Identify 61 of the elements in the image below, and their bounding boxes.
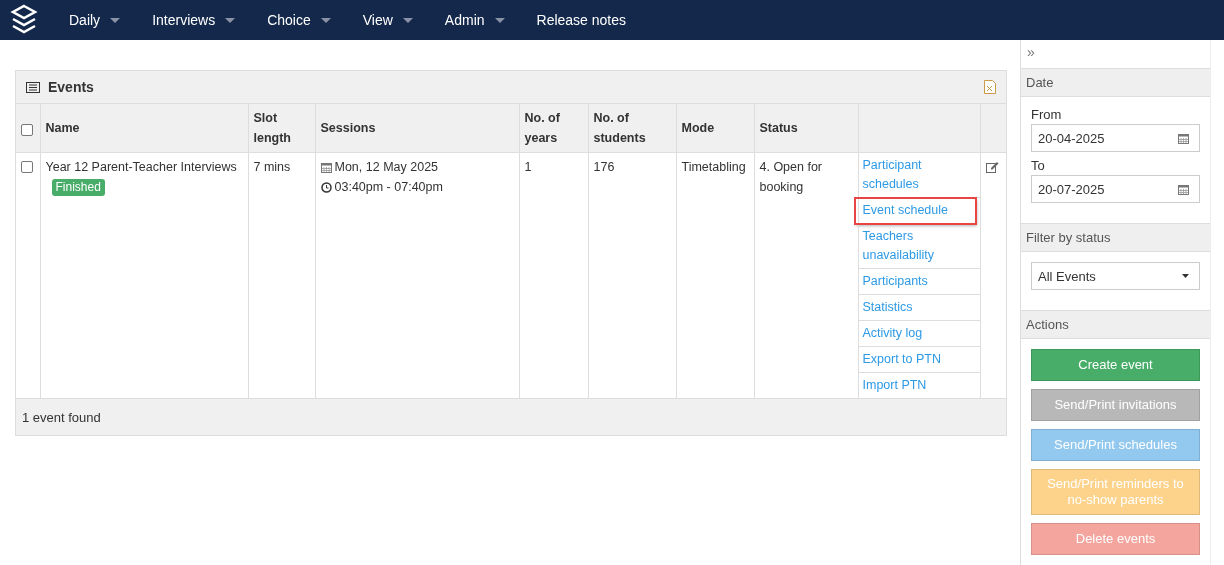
column-header: Status xyxy=(754,104,858,153)
collapse-toggle[interactable]: » xyxy=(1027,44,1035,60)
event-link[interactable]: Activity log xyxy=(858,321,980,347)
select-all-checkbox[interactable] xyxy=(21,124,33,136)
action-button[interactable]: Send/Print schedules xyxy=(1031,429,1200,461)
action-button[interactable]: Delete events xyxy=(1031,523,1200,555)
nav-menu-item[interactable]: Release notes xyxy=(520,0,643,40)
caret-icon xyxy=(110,17,121,23)
event-link[interactable]: Statistics xyxy=(858,295,980,321)
event-link[interactable]: Participants xyxy=(858,269,980,295)
column-header: Sessions xyxy=(315,104,519,153)
session-time: 03:40pm - 07:40pm xyxy=(334,179,443,196)
field-label: To xyxy=(1031,158,1046,173)
results-count: 1 event found xyxy=(22,409,101,425)
spreadsheet-icon[interactable] xyxy=(984,80,996,94)
field-label: From xyxy=(1031,107,1063,122)
calendar-icon xyxy=(1178,132,1189,144)
section-header: Date xyxy=(1021,68,1210,97)
logo-icon[interactable] xyxy=(10,4,38,36)
event-link[interactable]: Event schedule xyxy=(854,198,976,224)
row-checkbox[interactable] xyxy=(21,161,33,173)
table-cell: 176 xyxy=(588,152,676,398)
caret-icon xyxy=(225,17,236,23)
table-cell: 7 mins xyxy=(248,152,315,398)
nav-menu-item[interactable]: Daily xyxy=(53,0,137,40)
nav-menu-item[interactable]: Admin xyxy=(428,0,521,40)
status-dropdown[interactable]: All Events xyxy=(1031,262,1200,290)
table-cell: 1 xyxy=(519,152,588,398)
event-link[interactable]: Participant schedules xyxy=(858,153,980,198)
list-icon xyxy=(26,81,40,93)
nav-menu-item[interactable]: Choice xyxy=(251,0,347,40)
caret-icon xyxy=(320,17,331,23)
panel-title: Events xyxy=(48,79,95,95)
column-header: No. of students xyxy=(588,104,676,153)
nav-menu-item[interactable]: View xyxy=(346,0,429,40)
action-button[interactable]: Send/Print invitations xyxy=(1031,389,1200,421)
column-header: Mode xyxy=(676,104,754,153)
clock-icon xyxy=(320,181,332,193)
calendar-icon xyxy=(320,161,332,173)
table-cell: 4. Open for booking xyxy=(754,152,858,398)
column-header: Name xyxy=(40,104,248,153)
column-header: No. of years xyxy=(519,104,588,153)
edit-icon[interactable] xyxy=(985,161,999,173)
nav-menu-item[interactable]: Interviews xyxy=(136,0,252,40)
date-field[interactable]: 20-04-2025 xyxy=(1031,124,1200,152)
event-link[interactable]: Teachers unavailability xyxy=(858,224,980,269)
section-header: Filter by status xyxy=(1021,223,1210,252)
caret-icon xyxy=(1182,274,1189,278)
action-button[interactable]: Create event xyxy=(1031,349,1200,381)
session-date: Mon, 12 May 2025 xyxy=(334,159,439,176)
calendar-icon xyxy=(1178,183,1189,195)
caret-icon xyxy=(494,17,505,23)
table-cell: Timetabling xyxy=(676,152,754,398)
section-header: Actions xyxy=(1021,310,1210,339)
event-link[interactable]: Import PTN xyxy=(858,373,980,398)
column-header: Slot length xyxy=(248,104,315,153)
status-badge: Finished xyxy=(51,179,105,196)
date-field[interactable]: 20-07-2025 xyxy=(1031,175,1200,203)
event-link[interactable]: Export to PTN xyxy=(858,347,980,373)
caret-icon xyxy=(402,17,413,23)
event-name: Year 12 Parent-Teacher Interviews xyxy=(45,159,238,176)
